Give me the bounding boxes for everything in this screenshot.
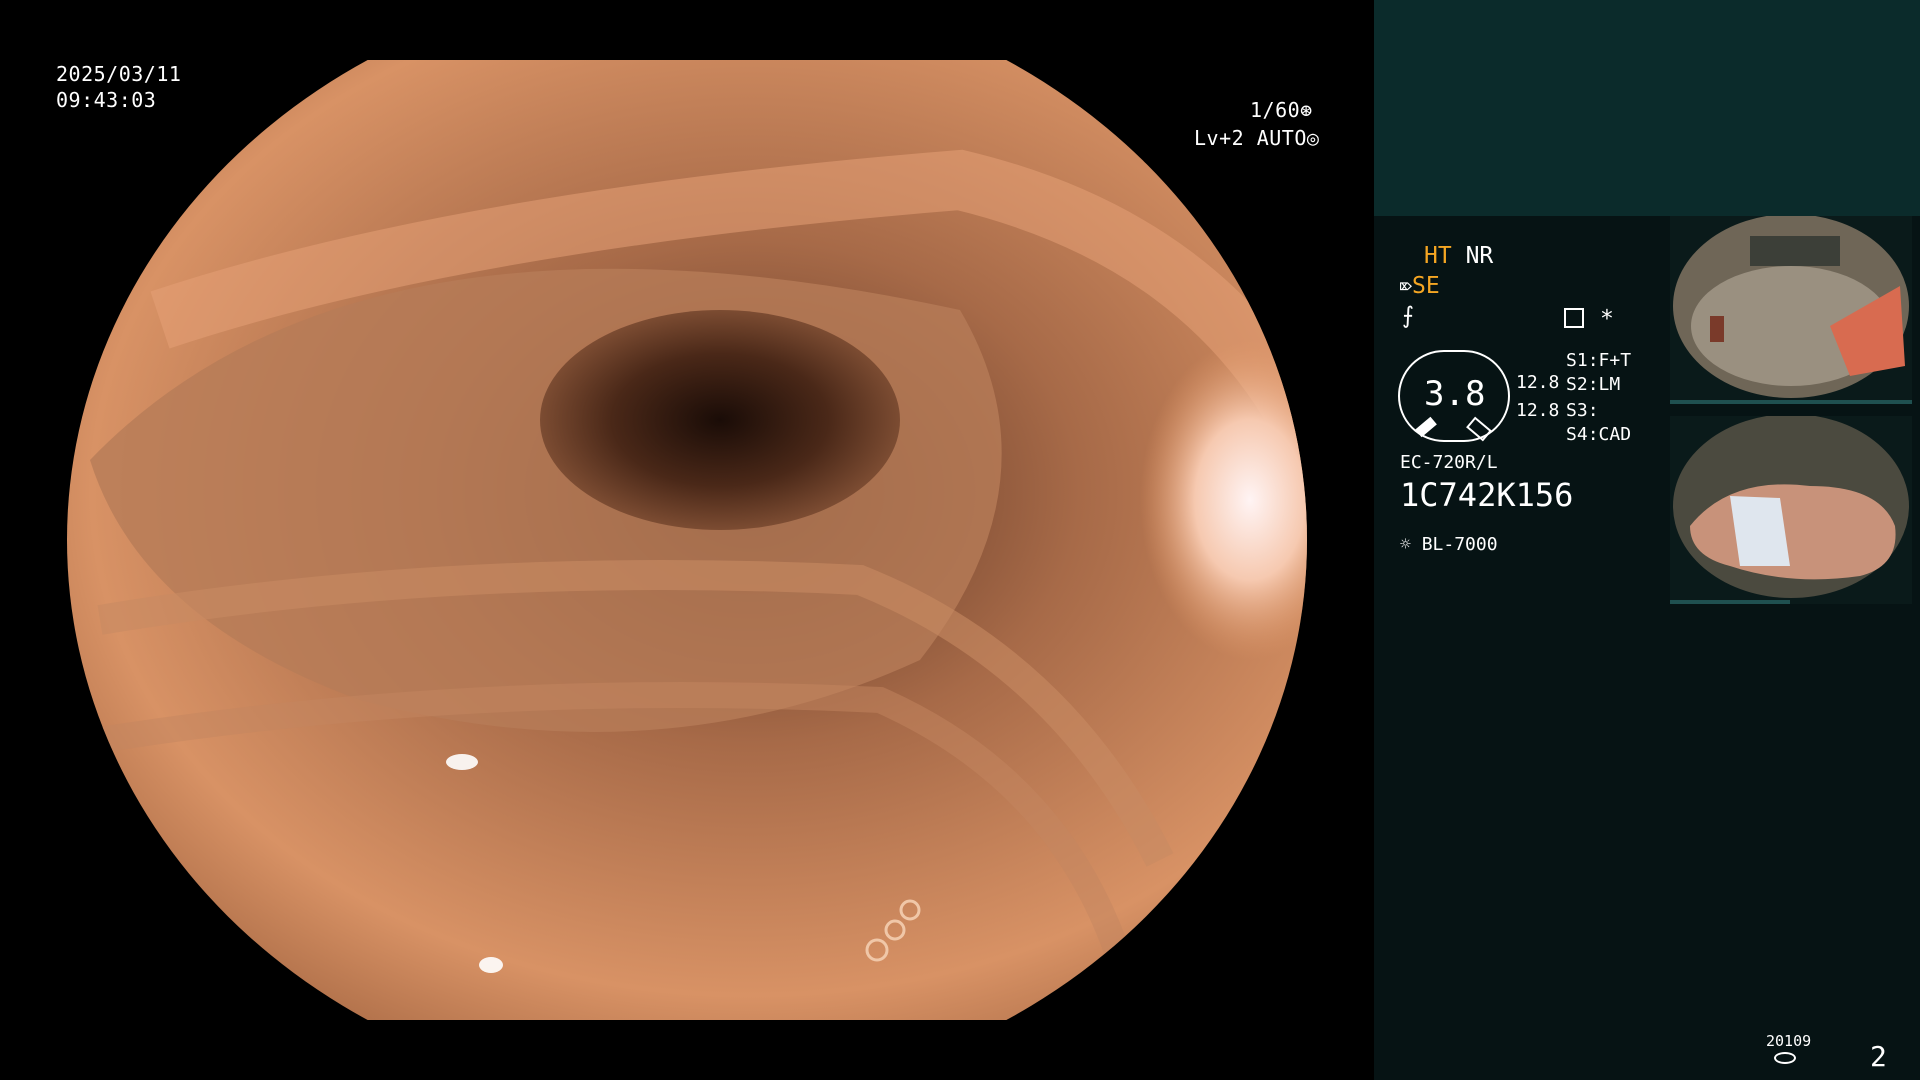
s1-label: S1 [1566,350,1588,371]
status-panel-header [1374,0,1920,216]
scope-model: EC-720R/L [1400,452,1498,473]
hand-camera-thumbnail [1670,416,1912,604]
se-row: ⌦SE [1400,273,1440,299]
scope-value: 3.8 [1424,374,1486,414]
endoscope-view [60,60,1315,1020]
s2-row: S2:LM [1566,374,1621,395]
shutter-value: 1/60 [1250,98,1301,122]
date-label: 2025/03/11 [56,62,182,86]
nr-label: NR [1465,243,1494,269]
room-camera-thumbnail [1670,216,1912,404]
level-value: Lv+2 [1194,126,1245,150]
s2-value: LM [1598,374,1621,395]
s4-row: S4:CAD [1566,424,1632,445]
ht-nr-row: HT NR [1424,243,1493,269]
value-top: 12.8 [1516,372,1560,393]
light-source-label: BL-7000 [1421,534,1498,555]
endoscopy-image [67,60,1307,1020]
scope-serial: 1C742K156 [1400,476,1574,514]
time-label: 09:43:03 [56,88,157,112]
memo-icon [1564,308,1584,328]
ht-label: HT [1424,243,1452,269]
disk-icon [1774,1052,1796,1064]
s3-row: S3: [1566,400,1599,421]
record-id: 20109 [1766,1032,1812,1050]
s4-value: CAD [1598,424,1632,445]
se-mode-icon: ⌦ [1400,274,1413,298]
s3-label: S3 [1566,400,1588,421]
se-label: SE [1412,273,1440,299]
page-number: 2 [1870,1040,1887,1073]
s4-label: S4 [1566,424,1588,445]
f-mode-icon: ⨍ [1402,303,1414,329]
value-bottom: 12.8 [1516,400,1560,421]
shutter-readout: 1/60⊛ [1250,98,1313,123]
s2-label: S2 [1566,374,1588,395]
s1-row: S1:F+T [1566,350,1632,371]
light-source-icon: ☼ [1400,534,1411,555]
light-source-row: ☼ BL-7000 [1400,534,1498,555]
shutter-icon: ⊛ [1300,98,1313,122]
s1-value: F+T [1598,350,1632,371]
auto-iris-icon: ◎ [1306,126,1320,150]
star-label: * [1600,306,1614,332]
mode-value: AUTO [1256,126,1307,150]
exposure-readout: Lv+2 AUTO◎ [1194,126,1319,151]
